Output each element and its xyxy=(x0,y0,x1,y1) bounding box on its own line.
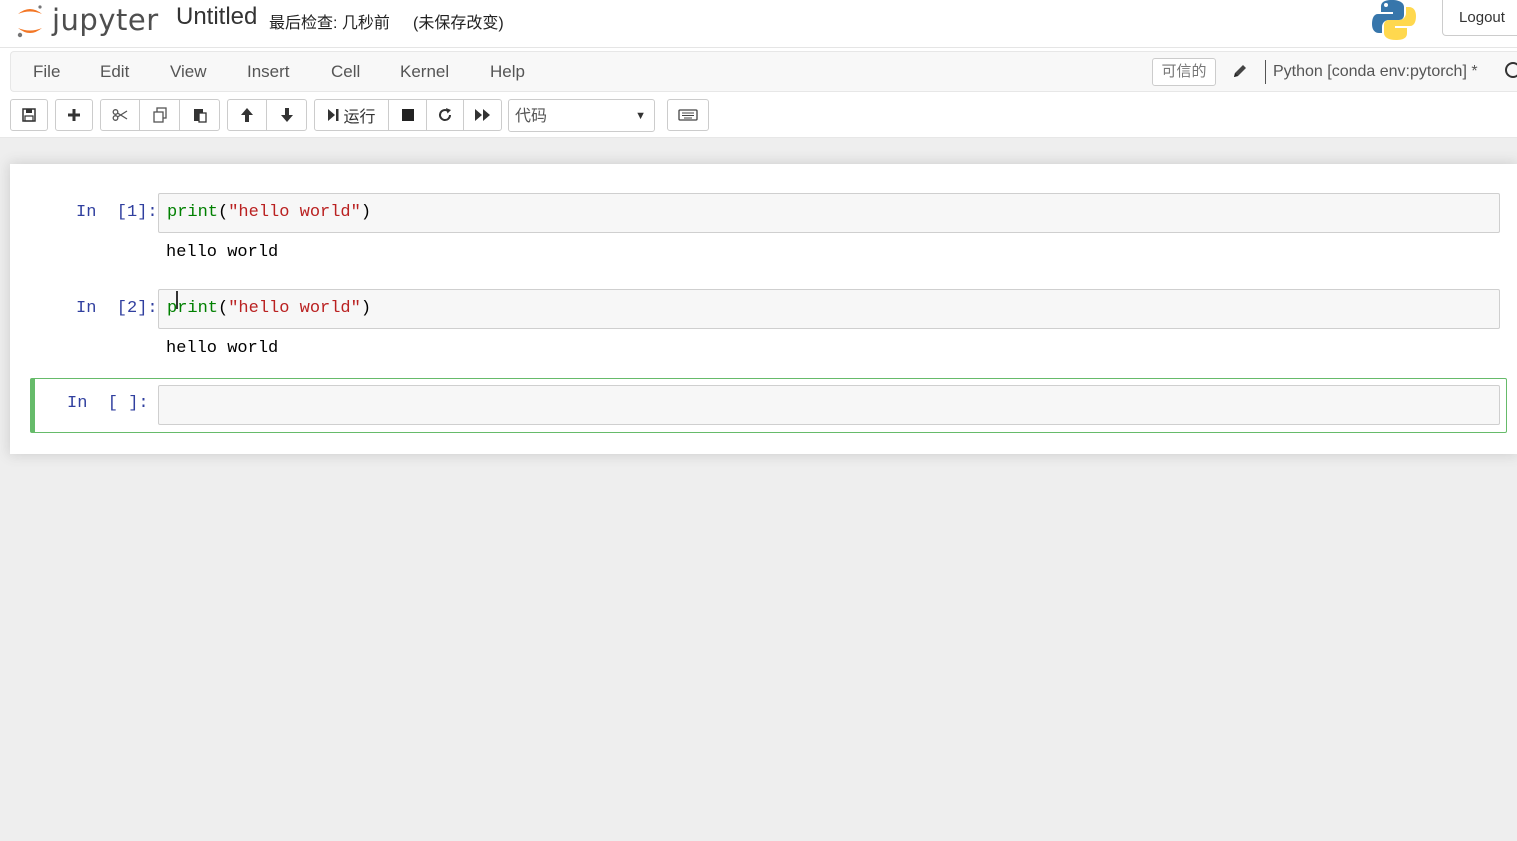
move-down-button[interactable] xyxy=(266,99,307,131)
keyboard-icon xyxy=(678,109,698,121)
cell-prompt: In [ ]: xyxy=(67,394,149,413)
run-icon xyxy=(327,108,339,122)
cell-output: hello world xyxy=(166,243,279,262)
code-paren-open: ( xyxy=(218,203,229,222)
code-function: print xyxy=(167,203,219,222)
menu-cell[interactable]: Cell xyxy=(331,52,360,91)
interrupt-kernel-button[interactable] xyxy=(388,99,427,131)
run-button[interactable]: 运行 xyxy=(314,99,389,131)
cell-prompt: In [2]: xyxy=(76,299,158,318)
menu-edit[interactable]: Edit xyxy=(100,52,129,91)
code-cell-1[interactable]: In [1]: print("hello world") hello world xyxy=(10,192,1517,264)
cut-button[interactable] xyxy=(100,99,140,131)
kernel-status-icon xyxy=(1505,62,1517,78)
save-button[interactable] xyxy=(10,99,48,131)
trusted-badge[interactable]: 可信的 xyxy=(1152,58,1216,86)
menu-help[interactable]: Help xyxy=(490,52,525,91)
kernel-name[interactable]: Python [conda env:pytorch] * xyxy=(1273,52,1478,91)
pencil-icon[interactable] xyxy=(1231,62,1249,80)
cut-icon xyxy=(112,108,128,122)
jupyter-logo-icon xyxy=(14,2,46,38)
header-top: jupyter Untitled 最后检查: 几秒前 (未保存改变) Logou… xyxy=(0,0,1517,48)
menu-file[interactable]: File xyxy=(33,52,60,91)
copy-button[interactable] xyxy=(139,99,180,131)
code-paren-close: ) xyxy=(360,299,372,318)
code-string: "hello world" xyxy=(228,203,361,222)
python-logo-icon xyxy=(1372,0,1416,40)
fast-forward-icon xyxy=(474,108,492,122)
plus-icon xyxy=(67,108,81,122)
move-up-button[interactable] xyxy=(227,99,267,131)
cell-type-select[interactable]: 代码 ▼ xyxy=(508,99,655,132)
code-function: print xyxy=(167,299,219,318)
arrow-down-icon xyxy=(279,107,295,123)
cell-input[interactable] xyxy=(158,385,1500,425)
paste-icon xyxy=(192,107,208,123)
arrow-up-icon xyxy=(239,107,255,123)
cell-output: hello world xyxy=(166,339,279,358)
menu-kernel[interactable]: Kernel xyxy=(400,52,449,91)
stop-icon xyxy=(401,108,415,122)
toolbar: 运行 代码 ▼ xyxy=(0,98,1517,132)
notebook-container: In [1]: print("hello world") hello world… xyxy=(10,164,1517,454)
code-paren-open: ( xyxy=(218,299,229,318)
cell-input[interactable]: print("hello world") xyxy=(158,289,1500,329)
insert-cell-button[interactable] xyxy=(55,99,93,131)
notebook-title[interactable]: Untitled xyxy=(176,3,257,31)
run-label: 运行 xyxy=(343,109,376,126)
cell-input[interactable]: print("hello world") xyxy=(158,193,1500,233)
menu-insert[interactable]: Insert xyxy=(247,52,290,91)
code-paren-close: ) xyxy=(360,203,372,222)
command-palette-button[interactable] xyxy=(667,99,709,131)
logout-button[interactable]: Logout xyxy=(1442,0,1517,36)
jupyter-logo[interactable]: jupyter xyxy=(14,0,159,40)
menu-view[interactable]: View xyxy=(170,52,207,91)
menubar: File Edit View Insert Cell Kernel Help 可… xyxy=(10,51,1517,92)
restart-icon xyxy=(437,107,453,123)
header: jupyter Untitled 最后检查: 几秒前 (未保存改变) Logou… xyxy=(0,0,1517,138)
cell-prompt: In [1]: xyxy=(76,203,158,222)
restart-kernel-button[interactable] xyxy=(426,99,464,131)
paste-button[interactable] xyxy=(179,99,220,131)
autosave-status: (未保存改变) xyxy=(413,15,504,32)
logo-text: jupyter xyxy=(52,2,159,37)
restart-run-all-button[interactable] xyxy=(463,99,502,131)
kernel-separator xyxy=(1265,60,1266,84)
cell-type-value: 代码 xyxy=(515,108,548,125)
save-icon xyxy=(22,108,36,122)
code-cell-3-selected[interactable]: In [ ]: xyxy=(30,378,1507,433)
text-cursor xyxy=(176,291,178,309)
code-string: "hello world" xyxy=(228,299,361,318)
copy-icon xyxy=(152,107,168,123)
checkpoint-status: 最后检查: 几秒前 xyxy=(269,15,390,32)
chevron-down-icon: ▼ xyxy=(635,110,646,122)
code-cell-2[interactable]: In [2]: print("hello world") hello world xyxy=(10,288,1517,360)
